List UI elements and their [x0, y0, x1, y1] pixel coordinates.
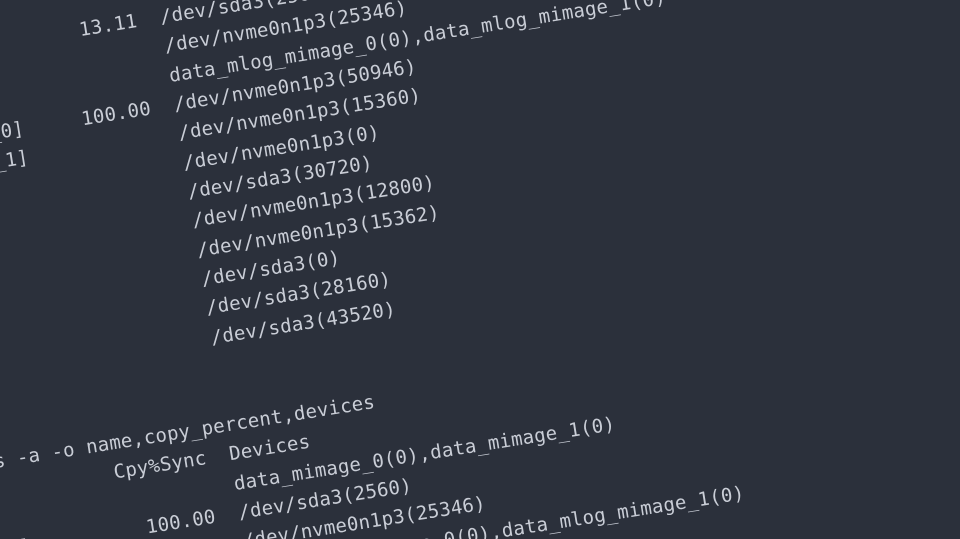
- terminal-text: root@taro:~# lvs -a -o name,copy_percent…: [0, 0, 756, 539]
- terminal-viewport: root@taro:~# lvs -a -o name,copy_percent…: [0, 0, 960, 539]
